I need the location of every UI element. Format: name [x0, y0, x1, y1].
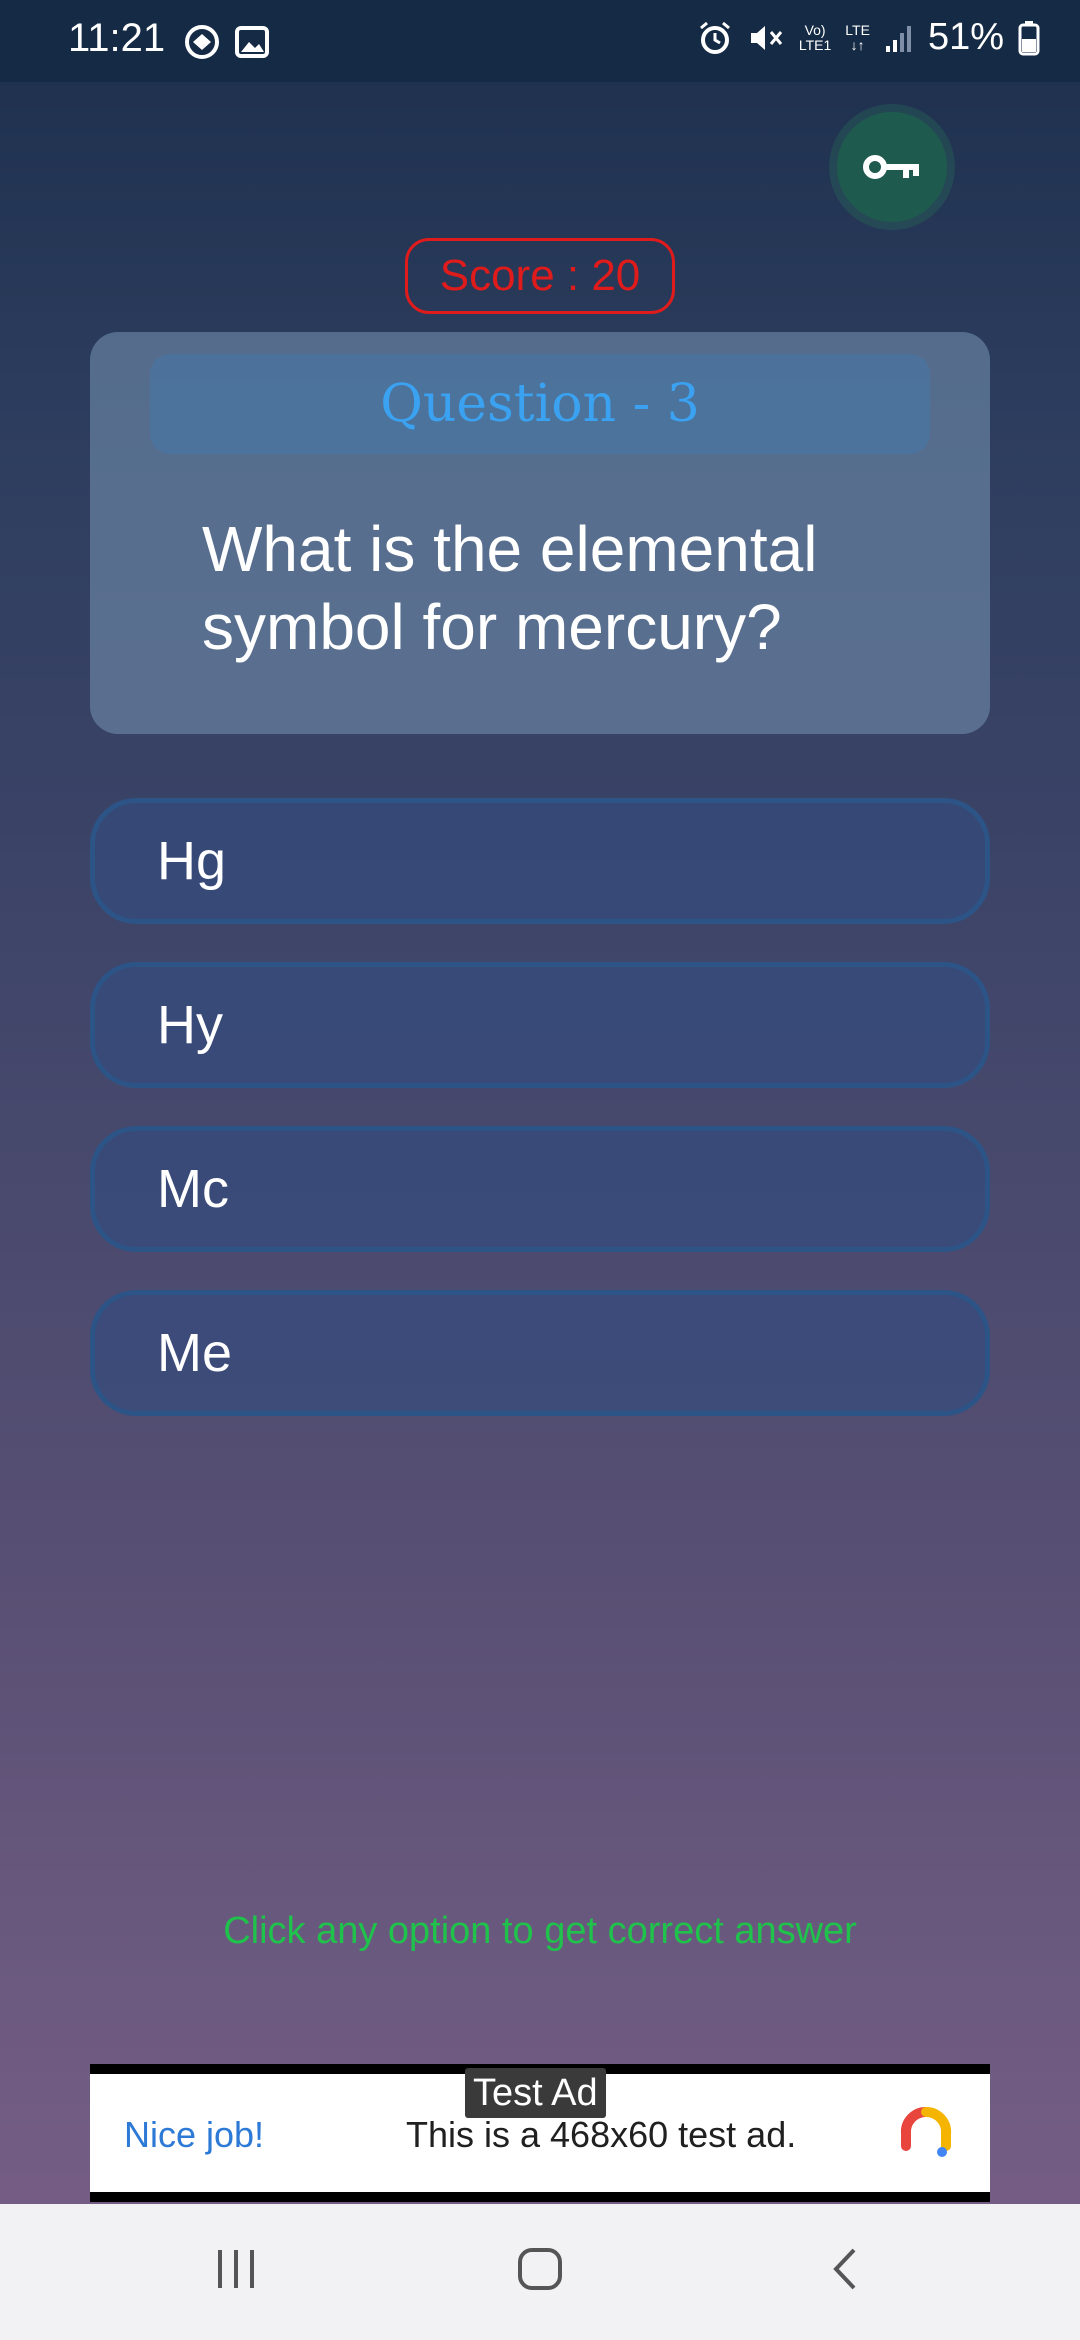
volte-top: Vo)	[804, 21, 826, 38]
lte-top: LTE	[845, 21, 870, 38]
navigation-bar	[0, 2204, 1080, 2340]
lte-indicator: LTE ↓↑	[845, 21, 870, 53]
volte-indicator: Vo) LTE1	[798, 21, 832, 53]
recent-apps-icon[interactable]	[214, 2244, 258, 2294]
back-icon[interactable]	[826, 2244, 866, 2294]
option-button-2[interactable]: Hy	[90, 962, 990, 1088]
ad-label: Test Ad	[465, 2068, 606, 2118]
score-badge: Score : 20	[405, 238, 675, 314]
option-button-1[interactable]: Hg	[90, 798, 990, 924]
question-text: What is the elemental symbol for mercury…	[202, 513, 818, 663]
status-time: 11:21	[68, 16, 166, 60]
status-bar: 11:21 Vo) LTE1 LTE ↓↑ 51%	[0, 0, 1080, 82]
question-card: Question - 3 What is the elemental symbo…	[90, 332, 990, 734]
key-icon	[863, 155, 919, 179]
ad-body: This is a 468x60 test ad.	[406, 2114, 797, 2155]
option-button-3[interactable]: Mc	[90, 1126, 990, 1252]
lte-bottom: ↓↑	[850, 36, 865, 53]
gallery-icon	[235, 26, 269, 58]
sync-off-icon	[185, 25, 219, 59]
hint-text: Click any option to get correct answer	[223, 1910, 857, 1952]
volte-bottom: LTE1	[798, 36, 832, 53]
battery-icon	[1018, 20, 1040, 55]
ad-logo-icon	[900, 2106, 952, 2157]
battery-percent: 51%	[927, 16, 1004, 58]
alarm-icon	[699, 21, 730, 54]
mute-icon	[750, 25, 783, 50]
key-button[interactable]	[837, 112, 947, 222]
ad-headline: Nice job!	[124, 2114, 265, 2155]
question-number: Question - 3	[150, 354, 930, 454]
status-right: Vo) LTE1 LTE ↓↑ 51%	[697, 16, 1040, 59]
option-button-4[interactable]: Me	[90, 1290, 990, 1416]
home-icon[interactable]	[516, 2244, 566, 2294]
signal-icon	[885, 25, 911, 52]
